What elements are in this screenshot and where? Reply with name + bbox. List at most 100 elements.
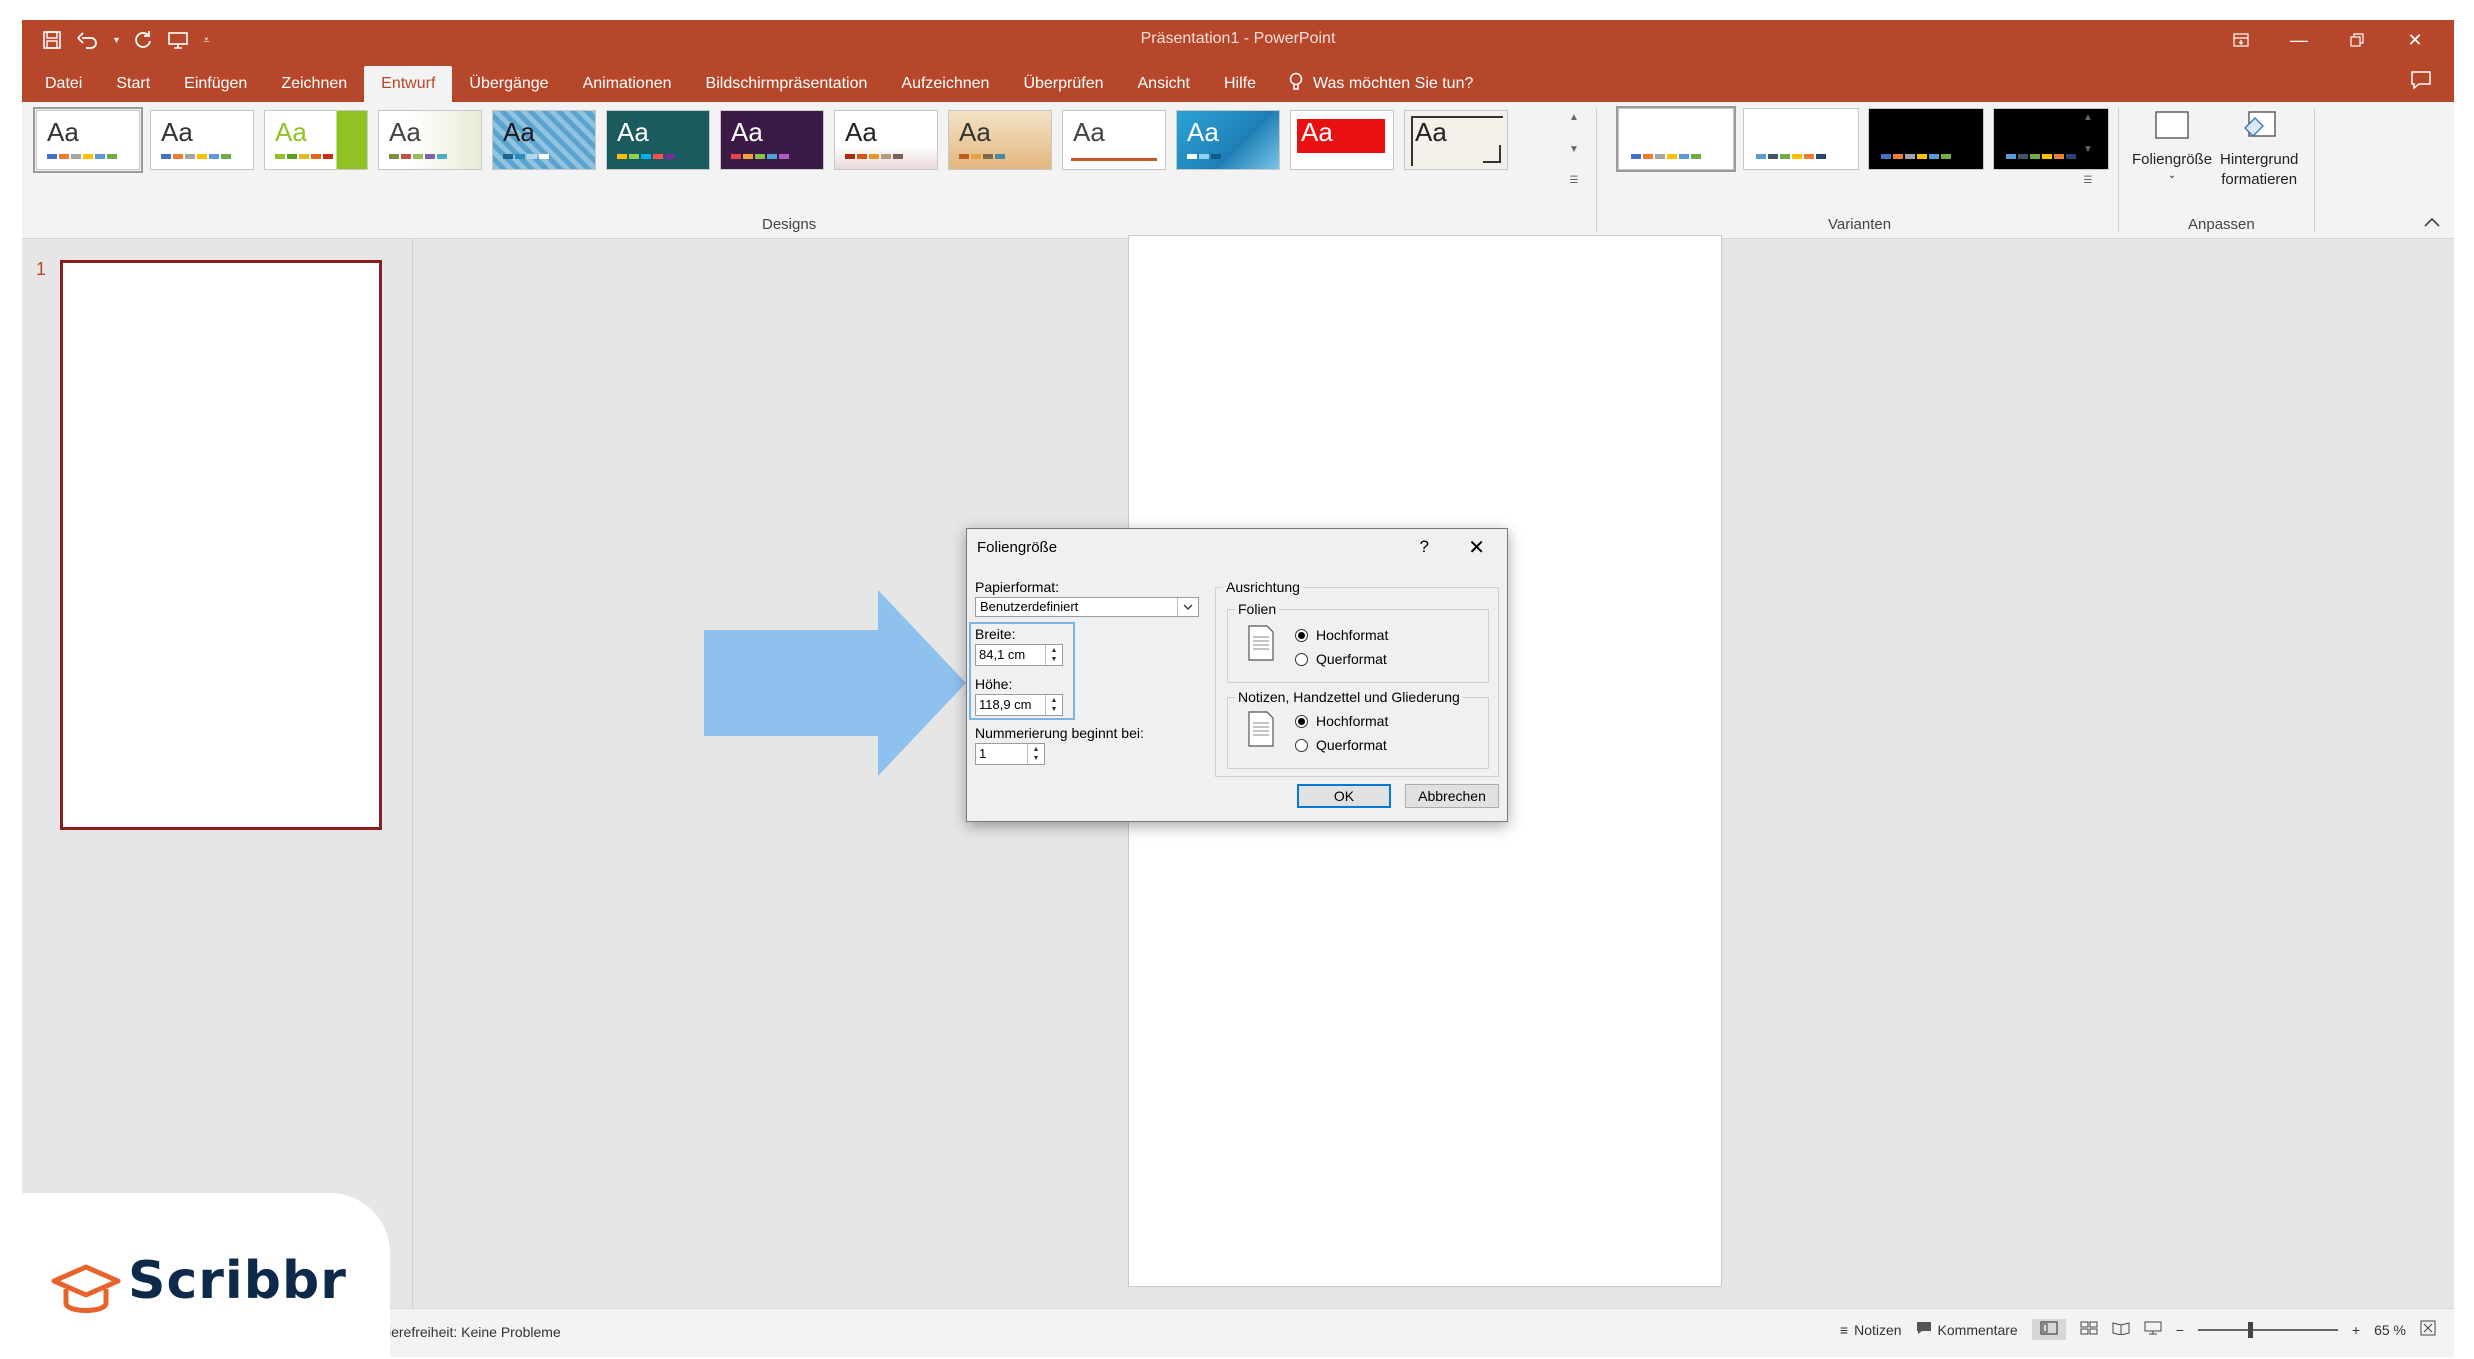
- tab-hilfe[interactable]: Hilfe: [1207, 66, 1273, 102]
- theme-office[interactable]: Aa: [33, 107, 143, 173]
- chevron-down-icon: ⌄: [2167, 170, 2177, 181]
- restore-icon[interactable]: [2328, 24, 2386, 56]
- chevron-down-icon[interactable]: [1177, 598, 1198, 616]
- powerpoint-window: ▾ ⩡ Präsentation1 - PowerPoint — ✕ Datei…: [22, 20, 2454, 1357]
- collapse-ribbon-icon[interactable]: [2424, 214, 2440, 232]
- theme-ion[interactable]: Aa: [606, 110, 710, 170]
- slide-thumbnail[interactable]: [60, 260, 382, 830]
- numbering-spinner[interactable]: ▲ ▼: [1027, 744, 1044, 764]
- portrait-page-icon: [1248, 625, 1274, 661]
- slideshow-icon[interactable]: [2144, 1321, 2162, 1338]
- slide-sorter-icon[interactable]: [2080, 1321, 2098, 1338]
- theme-facet[interactable]: Aa: [264, 110, 368, 170]
- notes-group-label: Notizen, Handzettel und Gliederung: [1235, 689, 1463, 705]
- slides-portrait-radio[interactable]: Hochformat: [1295, 627, 1388, 643]
- zoom-out-button[interactable]: −: [2176, 1322, 2184, 1338]
- width-spinner[interactable]: ▲ ▼: [1045, 645, 1062, 665]
- tab-aufzeichnen[interactable]: Aufzeichnen: [884, 66, 1006, 102]
- theme-slice[interactable]: Aa: [948, 110, 1052, 170]
- comment-icon: [1916, 1321, 1932, 1338]
- tab-ueberpruefen[interactable]: Überprüfen: [1006, 66, 1120, 102]
- slides-landscape-radio[interactable]: Querformat: [1295, 651, 1387, 667]
- tab-datei[interactable]: Datei: [28, 66, 99, 102]
- minimize-icon[interactable]: —: [2270, 24, 2328, 56]
- cancel-button[interactable]: Abbrechen: [1405, 784, 1499, 808]
- chevron-up-icon[interactable]: ▲: [2083, 112, 2093, 123]
- notes-icon: ≡: [1839, 1321, 1849, 1338]
- variant-1[interactable]: [1616, 106, 1736, 172]
- tab-einfuegen[interactable]: Einfügen: [167, 66, 264, 102]
- chevron-down-icon[interactable]: ▼: [1569, 144, 1579, 155]
- tab-animationen[interactable]: Animationen: [566, 66, 689, 102]
- lightbulb-icon: [1289, 72, 1303, 97]
- scribbr-logo-icon: [51, 1264, 121, 1313]
- tab-entwurf[interactable]: Entwurf: [364, 66, 453, 102]
- width-field[interactable]: 84,1 cm ▲ ▼: [975, 644, 1063, 666]
- variant-2[interactable]: [1743, 108, 1859, 170]
- scribbr-brand: Scribbr: [128, 1251, 347, 1311]
- theme-berlin[interactable]: Aa: [1290, 110, 1394, 170]
- tab-bildschirmpraesentation[interactable]: Bildschirmpräsentation: [689, 66, 885, 102]
- numbering-field[interactable]: 1 ▲ ▼: [975, 743, 1045, 765]
- height-spinner[interactable]: ▲ ▼: [1045, 695, 1062, 715]
- notes-button[interactable]: ≡ Notizen: [1840, 1322, 1902, 1338]
- help-icon[interactable]: ?: [1420, 537, 1429, 557]
- comments-button[interactable]: Kommentare: [1916, 1321, 2018, 1338]
- scribbr-watermark: Scribbr: [0, 1193, 390, 1359]
- theme-wisp[interactable]: Aa: [1062, 110, 1166, 170]
- slide-size-dialog: Foliengröße ? ✕ Papierformat: Benutzerde…: [966, 528, 1508, 822]
- zoom-slider[interactable]: [2197, 1321, 2338, 1338]
- separator: [2118, 108, 2119, 232]
- theme-view[interactable]: Aa: [1176, 110, 1280, 170]
- more-icon[interactable]: ☰: [1570, 175, 1579, 186]
- zoom-level[interactable]: 65 %: [2374, 1322, 2406, 1338]
- chevron-up-icon[interactable]: ▲: [1569, 112, 1579, 123]
- notes-landscape-radio[interactable]: Querformat: [1295, 737, 1387, 753]
- variants-gallery-scroll[interactable]: ▲ ▼ ☰: [2080, 112, 2096, 186]
- numbering-label: Nummerierung beginnt bei:: [975, 725, 1144, 741]
- normal-view-icon[interactable]: [2031, 1319, 2066, 1340]
- separator: [1596, 108, 1597, 232]
- theme-office-2[interactable]: Aa: [150, 110, 254, 170]
- slide-number: 1: [36, 259, 47, 279]
- close-icon[interactable]: ✕: [2386, 24, 2444, 56]
- ribbon-display-options-icon[interactable]: [2212, 24, 2270, 56]
- theme-ion-boardroom[interactable]: Aa: [492, 110, 596, 170]
- tab-ansicht[interactable]: Ansicht: [1121, 66, 1207, 102]
- reading-view-icon[interactable]: [2112, 1321, 2130, 1338]
- width-label: Breite:: [975, 626, 1016, 642]
- highlight-arrow: [704, 590, 966, 776]
- format-background-button[interactable]: Hintergrund formatieren: [2220, 108, 2298, 190]
- slide-size-button[interactable]: Foliengröße ⌄: [2132, 108, 2212, 182]
- theme-retrospect[interactable]: Aa: [834, 110, 938, 170]
- accessibility-status[interactable]: ierefreiheit: Keine Probleme: [388, 1324, 561, 1340]
- paper-format-select[interactable]: Benutzerdefiniert: [975, 597, 1199, 617]
- theme-organic[interactable]: Aa: [720, 110, 824, 170]
- variants-group-label: Varianten: [1828, 216, 1892, 233]
- notes-portrait-radio[interactable]: Hochformat: [1295, 713, 1388, 729]
- close-icon[interactable]: ✕: [1468, 535, 1485, 560]
- tab-zeichnen[interactable]: Zeichnen: [264, 66, 364, 102]
- chevron-down-icon[interactable]: ▼: [2083, 144, 2093, 155]
- height-label: Höhe:: [975, 676, 1013, 692]
- slide-thumbnail-pane: 1: [22, 239, 413, 1329]
- designs-group-label: Designs: [762, 216, 817, 233]
- orientation-label: Ausrichtung: [1223, 579, 1303, 595]
- tell-me-box[interactable]: Was möchten Sie tun?: [1273, 66, 1473, 102]
- more-icon[interactable]: ☰: [2084, 175, 2093, 186]
- variant-3[interactable]: [1868, 108, 1984, 170]
- zoom-in-button[interactable]: +: [2352, 1322, 2360, 1338]
- tab-uebergaenge[interactable]: Übergänge: [452, 66, 565, 102]
- tell-me-text: Was möchten Sie tun?: [1312, 75, 1474, 92]
- title-bar: ▾ ⩡ Präsentation1 - PowerPoint — ✕: [22, 20, 2454, 60]
- fit-to-window-icon[interactable]: [2420, 1320, 2436, 1339]
- theme-frame[interactable]: Aa: [1404, 110, 1508, 170]
- comments-icon[interactable]: [2408, 68, 2434, 92]
- height-field[interactable]: 118,9 cm ▲ ▼: [975, 694, 1063, 716]
- ok-button[interactable]: OK: [1297, 784, 1391, 808]
- variants-gallery: [1616, 106, 2109, 172]
- dialog-title: Foliengröße: [977, 539, 1058, 556]
- tab-start[interactable]: Start: [99, 66, 167, 102]
- theme-integral[interactable]: Aa: [378, 110, 482, 170]
- designs-gallery-scroll[interactable]: ▲ ▼ ☰: [1566, 112, 1582, 186]
